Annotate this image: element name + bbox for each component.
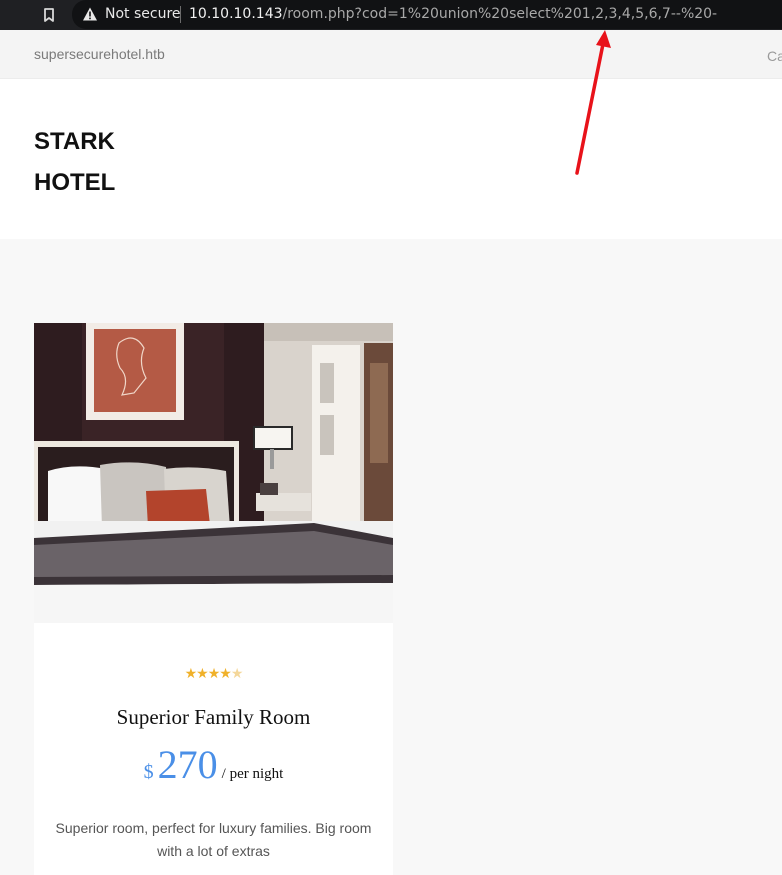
star-empty-icon: ★ bbox=[230, 665, 244, 681]
price-currency: $ bbox=[143, 761, 154, 783]
rating-stars: ★★★★★ bbox=[34, 665, 393, 682]
site-topbar: supersecurehotel.htb Ca bbox=[0, 30, 782, 79]
bookmark-icon[interactable] bbox=[40, 6, 58, 24]
site-logo[interactable]: STARK HOTEL bbox=[34, 121, 115, 203]
star-icon: ★ bbox=[184, 665, 198, 681]
browser-toolbar: Not secure 10.10.10.143/room.php?cod=1%2… bbox=[0, 0, 782, 30]
topbar-link[interactable]: Ca bbox=[767, 48, 782, 64]
url-host: 10.10.10.143 bbox=[189, 6, 283, 22]
logo-line-2: HOTEL bbox=[34, 169, 116, 196]
room-card: ★★★★★ Superior Family Room $ 270 / per n… bbox=[34, 323, 393, 875]
price-unit: / per night bbox=[221, 766, 284, 782]
url-divider bbox=[180, 6, 181, 23]
price-amount: 270 bbox=[157, 742, 218, 787]
url-text[interactable]: 10.10.10.143/room.php?cod=1%20union%20se… bbox=[189, 6, 717, 22]
warning-icon[interactable] bbox=[82, 6, 98, 22]
site-header: STARK HOTEL bbox=[0, 79, 782, 239]
star-icon: ★ bbox=[219, 665, 232, 681]
url-path: /room.php?cod=1%20union%20select%201,2,3… bbox=[282, 6, 718, 22]
security-status[interactable]: Not secure bbox=[105, 6, 181, 22]
room-description: Superior room, perfect for luxury famili… bbox=[55, 820, 372, 859]
room-photo[interactable] bbox=[34, 323, 393, 623]
site-domain: supersecurehotel.htb bbox=[34, 46, 165, 62]
logo-line-1: STARK bbox=[34, 128, 115, 155]
star-icon: ★ bbox=[196, 665, 209, 681]
room-title: Superior Family Room bbox=[116, 705, 311, 729]
room-photo-illustration bbox=[34, 323, 393, 623]
star-icon: ★ bbox=[207, 665, 221, 681]
room-price: $ 270 / per night bbox=[34, 741, 393, 788]
